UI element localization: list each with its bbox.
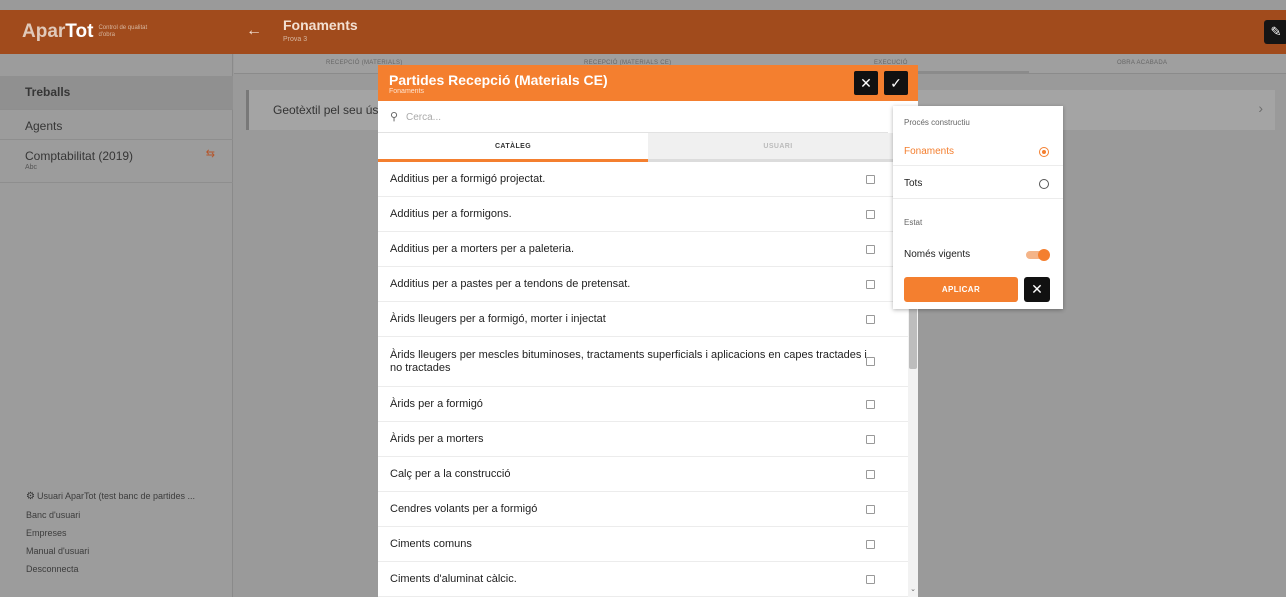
background-list-item-text: Geotèxtil pel seu ús e — [273, 103, 389, 117]
list-item-label: Àrids per a formigó — [390, 397, 483, 410]
top-bar: Apar Tot Control de qualitat d'obra ← Fo… — [0, 10, 1286, 54]
vigents-toggle[interactable] — [1026, 249, 1050, 261]
checkbox[interactable] — [866, 504, 875, 514]
list-item[interactable]: Ciments comuns — [378, 527, 908, 562]
modal-header: Partides Recepció (Materials CE) Fonamen… — [378, 65, 918, 101]
logo-text-apar: Apar — [22, 21, 66, 42]
checkbox[interactable] — [866, 209, 875, 219]
modal-close-button[interactable]: ✕ — [854, 71, 878, 95]
apply-button[interactable]: APLICAR — [904, 277, 1018, 302]
list-item-label: Àrids per a morters — [390, 432, 484, 445]
list-item[interactable]: Àrids per a morters — [378, 422, 908, 457]
list-item-label: Ciments comuns — [390, 537, 472, 550]
sidebar-item-treballs[interactable]: Treballs — [0, 76, 233, 110]
sidebar-link-manual[interactable]: Manual d'usuari — [26, 546, 89, 556]
radio-fonaments[interactable] — [1039, 147, 1049, 157]
section-label-estat: Estat — [904, 218, 923, 227]
list-item[interactable]: Additius per a formigons. — [378, 197, 908, 232]
sidebar-item-agents[interactable]: Agents — [0, 110, 233, 140]
sidebar: Treballs Agents Comptabilitat (2019) Abc… — [0, 54, 233, 597]
logo-tagline: Control de qualitat d'obra — [98, 25, 148, 38]
checkbox[interactable] — [866, 469, 875, 479]
list-item-label: Additius per a formigó projectat. — [390, 172, 546, 185]
filter-popup: Procés constructiu Fonaments Tots Estat … — [893, 106, 1063, 309]
sidebar-item-label: Comptabilitat (2019) — [25, 149, 134, 163]
list-item-label: Additius per a pastes per a tendons de p… — [390, 277, 631, 290]
radio-tots[interactable] — [1039, 179, 1049, 189]
checkbox[interactable] — [866, 399, 875, 409]
tab-usuari[interactable]: USUARI — [648, 133, 908, 162]
checkbox[interactable] — [866, 244, 875, 254]
list-item[interactable]: Ciments d'aluminat càlcic. — [378, 562, 908, 597]
list-item[interactable]: Additius per a morters per a paleteria. — [378, 232, 908, 267]
user-name: Usuari AparTot (test banc de partides ..… — [36, 491, 196, 501]
list-item-label: Calç per a la construcció — [390, 467, 511, 480]
pencil-icon: ✎ — [1270, 24, 1282, 39]
modal-title: Partides Recepció (Materials CE) — [389, 72, 608, 88]
divider — [893, 165, 1063, 166]
close-icon: ✕ — [1031, 281, 1043, 297]
checkbox[interactable] — [866, 314, 875, 324]
modal-tabs: CATÀLEG USUARI — [378, 133, 908, 162]
checkbox[interactable] — [866, 357, 875, 366]
toggle-label: Només vigents — [904, 249, 971, 260]
user-account-link[interactable]: ⚙ Usuari AparTot (test banc de partides .… — [26, 491, 195, 502]
partides-modal: Partides Recepció (Materials CE) Fonamen… — [378, 65, 918, 597]
filter-close-button[interactable]: ✕ — [1024, 277, 1050, 302]
tab-cataleg[interactable]: CATÀLEG — [378, 133, 648, 162]
list-item[interactable]: Additius per a formigó projectat. — [378, 162, 908, 197]
list-item-label: Ciments d'aluminat càlcic. — [390, 572, 517, 585]
sidebar-link-banc-usuari[interactable]: Banc d'usuari — [26, 510, 80, 520]
gear-icon: ⚙ — [26, 491, 35, 502]
sidebar-item-label: Agents — [25, 119, 63, 133]
scroll-down-arrow-icon[interactable]: ⌄ — [908, 585, 918, 597]
list-item-label: Àrids lleugers per a formigó, morter i i… — [390, 312, 606, 325]
list-item[interactable]: Cendres volants per a formigó — [378, 492, 908, 527]
toggle-knob — [1038, 249, 1050, 261]
close-icon: ✕ — [860, 75, 872, 91]
app-logo: Apar Tot Control de qualitat d'obra — [0, 10, 233, 54]
list-item[interactable]: Àrids lleugers per a formigó, morter i i… — [378, 302, 908, 337]
divider — [893, 198, 1063, 199]
tab-obra-acabada[interactable]: OBRA ACABADA — [1117, 60, 1167, 66]
checkbox[interactable] — [866, 174, 875, 184]
option-fonaments-label[interactable]: Fonaments — [904, 146, 954, 157]
list-item[interactable]: Calç per a la construcció — [378, 457, 908, 492]
list-item-label: Additius per a morters per a paleteria. — [390, 242, 575, 255]
logo-text-tot: Tot — [65, 21, 94, 42]
section-label-proces: Procés constructiu — [904, 118, 970, 127]
option-tots-label[interactable]: Tots — [904, 178, 922, 189]
modal-confirm-button[interactable]: ✓ — [884, 71, 908, 95]
list-item-label: Cendres volants per a formigó — [390, 502, 538, 515]
search-icon: ⚲ — [390, 111, 399, 123]
edit-button[interactable]: ✎ — [1264, 20, 1286, 44]
checkbox[interactable] — [866, 539, 875, 549]
list-item[interactable]: Additius per a pastes per a tendons de p… — [378, 267, 908, 302]
list-item-label: Additius per a formigons. — [390, 207, 512, 220]
list-item[interactable]: Àrids lleugers per mescles bituminoses, … — [378, 337, 908, 387]
back-arrow-icon[interactable]: ← — [246, 22, 262, 40]
chevron-right-icon: › — [1258, 100, 1263, 116]
sidebar-item-comptabilitat[interactable]: Comptabilitat (2019) Abc ⇆ — [0, 140, 233, 183]
modal-subtitle: Fonaments — [389, 88, 425, 95]
sidebar-link-empreses[interactable]: Empreses — [26, 528, 67, 538]
checkbox[interactable] — [866, 279, 875, 289]
list-item-label: Àrids lleugers per mescles bituminoses, … — [390, 348, 867, 374]
search-bar: ⚲ — [378, 101, 888, 133]
sidebar-link-desconnecta[interactable]: Desconnecta — [26, 564, 79, 574]
check-icon: ✓ — [890, 75, 902, 91]
sidebar-item-label: Treballs — [25, 85, 71, 99]
list-item[interactable]: Àrids per a formigó — [378, 387, 908, 422]
swap-icon[interactable]: ⇆ — [206, 147, 215, 160]
page-title: Fonaments — [283, 17, 358, 33]
search-input[interactable] — [406, 107, 876, 127]
checkbox[interactable] — [866, 434, 875, 444]
page-subtitle: Prova 3 — [283, 36, 308, 43]
sidebar-item-sublabel: Abc — [25, 164, 38, 171]
partides-list: Additius per a formigó projectat. Additi… — [378, 162, 908, 597]
checkbox[interactable] — [866, 574, 875, 584]
